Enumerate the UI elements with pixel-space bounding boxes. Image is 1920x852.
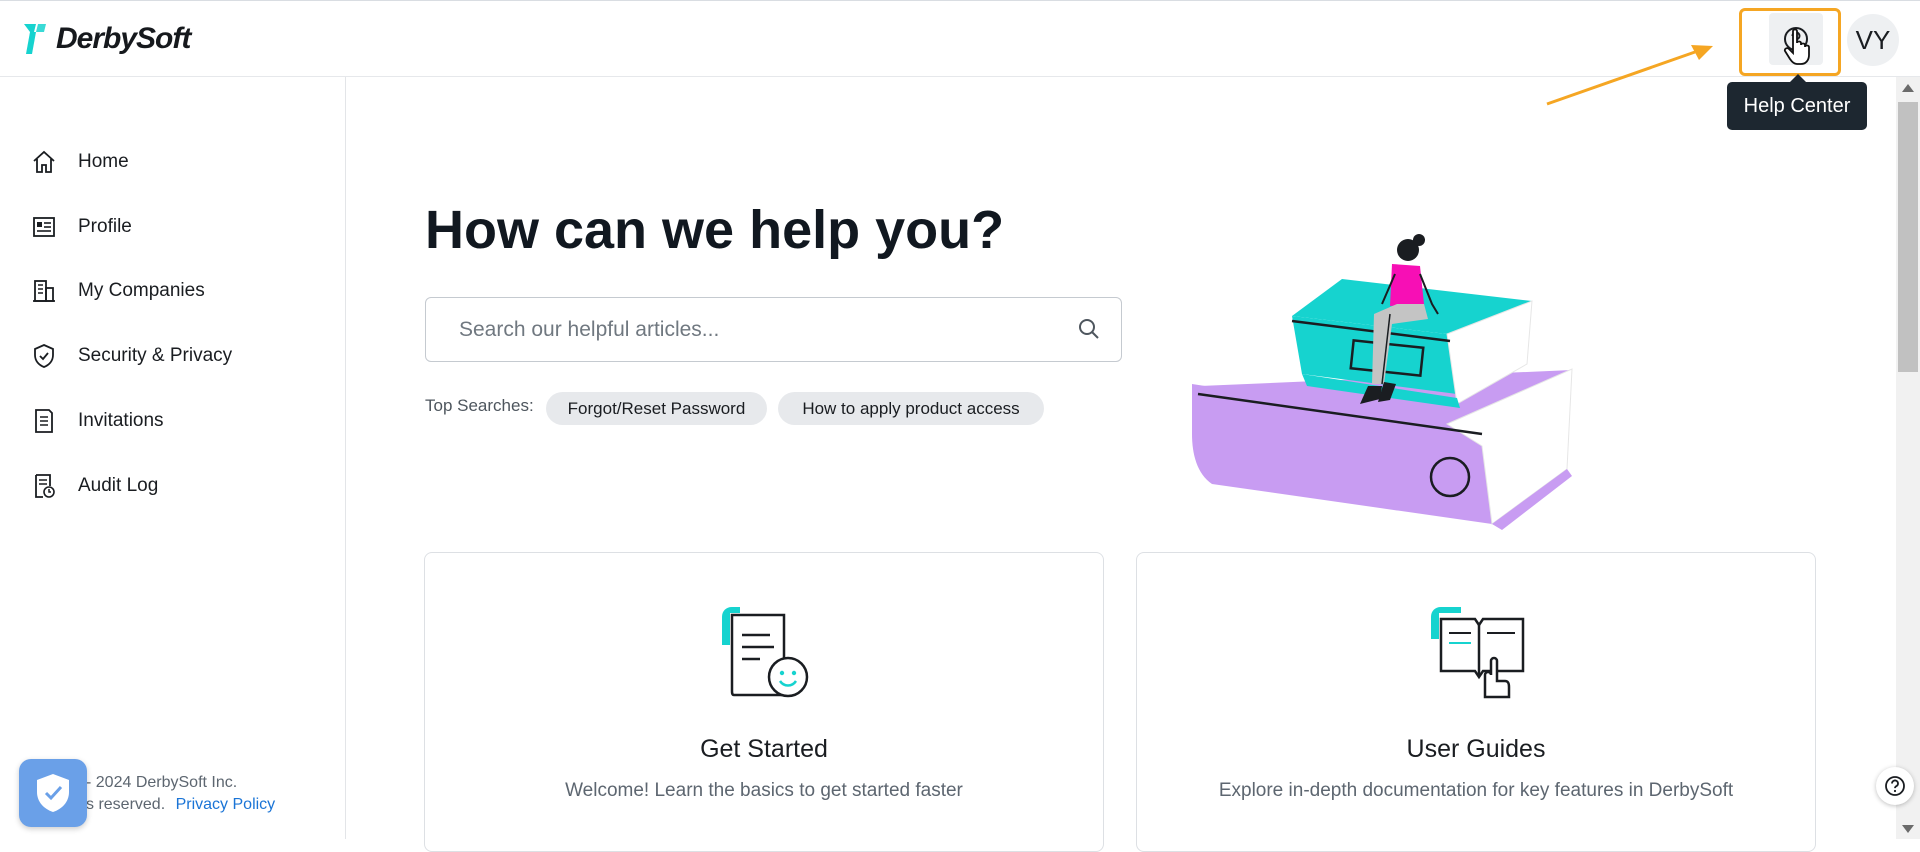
top-searches-label: Top Searches:: [425, 396, 534, 415]
question-circle-icon: [1885, 776, 1905, 796]
page-title: How can we help you?: [425, 200, 1005, 260]
chip-forgot-reset-password[interactable]: Forgot/Reset Password: [546, 392, 767, 425]
card-title: Get Started: [700, 735, 828, 763]
sidebar-item-security-privacy[interactable]: Security & Privacy: [30, 336, 232, 376]
footer-rights-line: s reserved. Privacy Policy: [86, 796, 275, 814]
card-get-started[interactable]: Get Started Welcome! Learn the basics to…: [424, 552, 1104, 852]
books-illustration: [1192, 234, 1573, 530]
building-icon: [33, 280, 55, 302]
sidebar-item-label: Audit Log: [78, 475, 159, 496]
sidebar-item-label: Home: [78, 151, 129, 172]
home-icon: [33, 150, 55, 173]
brand-name: DerbySoft: [56, 22, 191, 55]
document-list-icon: [35, 409, 53, 433]
scroll-up-arrow-icon[interactable]: [1902, 84, 1914, 92]
scroll-down-arrow-icon[interactable]: [1902, 825, 1914, 833]
shield-check-badge-icon: [37, 774, 69, 812]
search-icon[interactable]: [1077, 317, 1101, 341]
search-input[interactable]: Search our helpful articles...: [425, 297, 1122, 362]
sidebar-item-profile[interactable]: Profile: [30, 207, 132, 247]
chip-how-to-apply-product-access[interactable]: How to apply product access: [778, 392, 1044, 425]
search-placeholder: Search our helpful articles...: [459, 317, 720, 341]
user-guide-icon: [1431, 607, 1525, 699]
scrollbar-thumb[interactable]: [1898, 102, 1918, 372]
sidebar-item-label: Invitations: [78, 410, 164, 431]
privacy-shield-badge[interactable]: [19, 759, 87, 827]
profile-card-icon: [33, 217, 55, 237]
privacy-policy-link[interactable]: Privacy Policy: [176, 796, 276, 813]
shield-check-icon: [34, 344, 54, 368]
main-content: How can we help you? Search our helpful …: [346, 77, 1896, 852]
card-description: Explore in-depth documentation for key f…: [1218, 780, 1734, 801]
user-avatar[interactable]: VY: [1847, 14, 1899, 66]
derbysoft-logo-mark-icon: [20, 22, 50, 56]
card-title: User Guides: [1406, 735, 1546, 763]
help-highlight-box: [1739, 8, 1841, 76]
sidebar-item-home[interactable]: Home: [30, 142, 129, 182]
card-user-guides[interactable]: User Guides Explore in-depth documentati…: [1136, 552, 1816, 852]
copyright-text: - 2024 DerbySoft Inc.: [86, 774, 238, 791]
sidebar-item-label: My Companies: [78, 280, 205, 301]
audit-log-icon: [35, 474, 55, 498]
sidebar: Home Profile My Companies Security & Pri…: [0, 77, 346, 839]
sidebar-item-invitations[interactable]: Invitations: [30, 401, 164, 441]
sidebar-item-my-companies[interactable]: My Companies: [30, 271, 205, 311]
card-description: Welcome! Learn the basics to get started…: [565, 780, 963, 801]
rights-text: s reserved.: [86, 796, 166, 813]
get-started-icon: [722, 607, 809, 698]
derbysoft-logo[interactable]: DerbySoft: [20, 19, 191, 59]
floating-help-button[interactable]: [1876, 767, 1914, 805]
sidebar-item-label: Profile: [78, 216, 132, 237]
sidebar-item-label: Security & Privacy: [78, 345, 233, 366]
sidebar-item-audit-log[interactable]: Audit Log: [30, 466, 158, 506]
